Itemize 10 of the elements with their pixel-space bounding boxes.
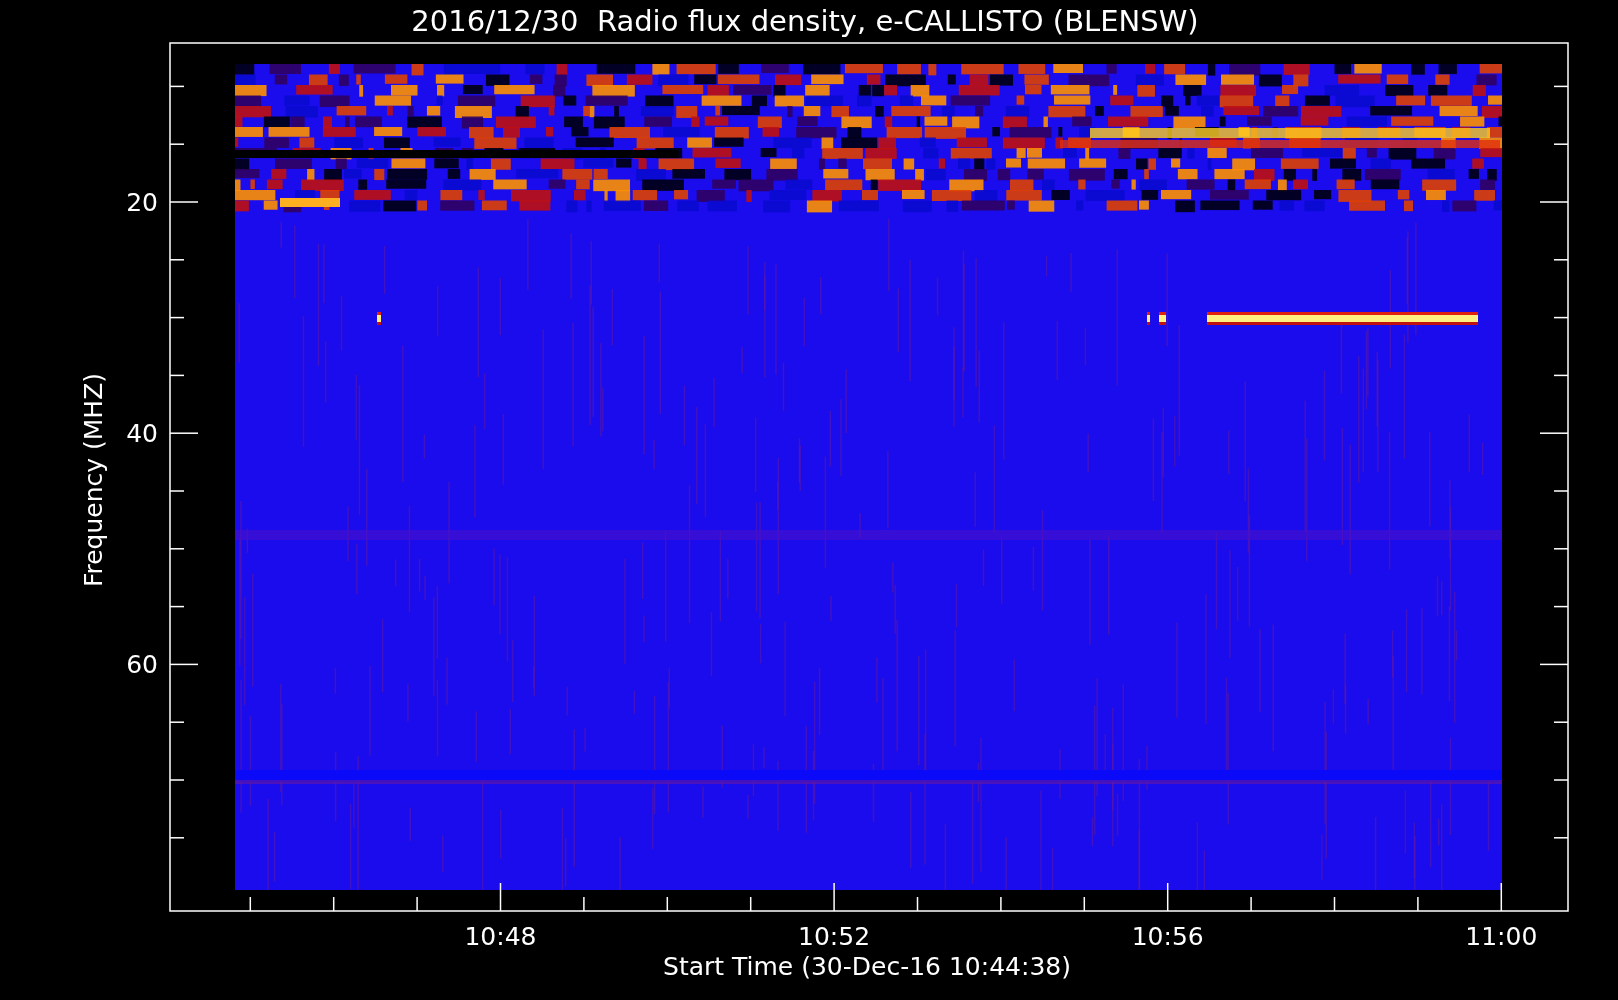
- tick-label: 10:52: [798, 922, 871, 951]
- tick-label: 11:00: [1465, 922, 1538, 951]
- tick-label: 40: [126, 419, 158, 449]
- tick-label: 10:48: [464, 922, 537, 951]
- tick-label: 10:56: [1131, 922, 1204, 951]
- chart-title: 2016/12/30 Radio flux density, e-CALLISTO (BLENSW): [411, 3, 1199, 40]
- axis-label: Frequency (MHZ): [79, 372, 108, 588]
- tick-label: 20: [126, 188, 158, 217]
- axis-label: Start Time (30-Dec-16 10:44:38): [663, 952, 1071, 981]
- tick-label: 60: [126, 650, 158, 680]
